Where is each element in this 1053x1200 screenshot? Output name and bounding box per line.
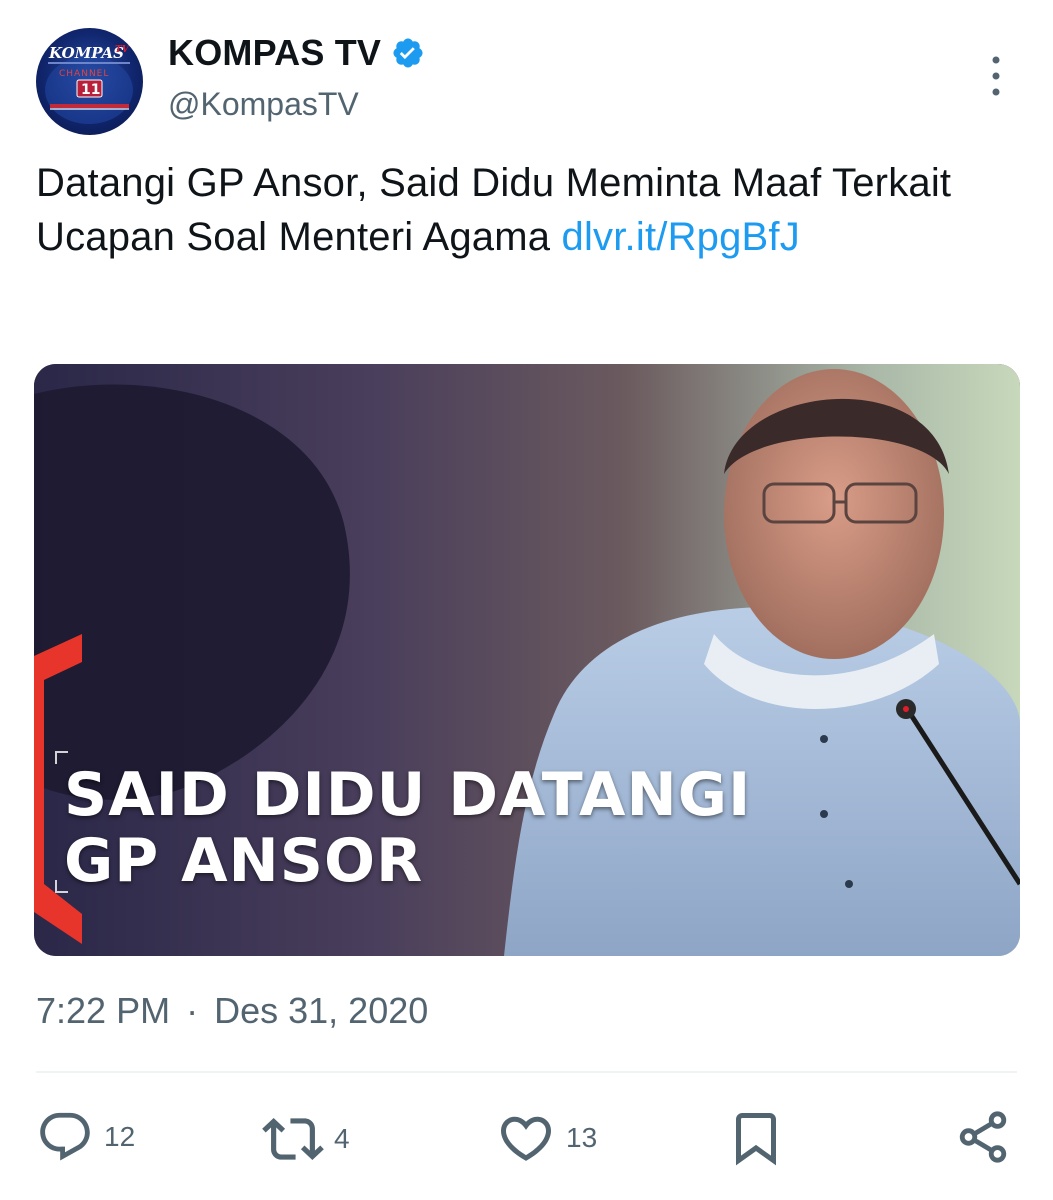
tweet-header: KOMPAS TV CHANNEL 11 KOMPAS TV @KompasTV — [36, 28, 1017, 135]
more-options-icon[interactable] — [989, 54, 1003, 98]
bookmark-button[interactable] — [726, 1108, 786, 1168]
like-count: 13 — [566, 1122, 598, 1153]
media-caption-line2: GP ANSOR — [64, 826, 424, 896]
divider — [36, 1071, 1017, 1073]
tweet-body: Datangi GP Ansor, Said Didu Meminta Maaf… — [36, 161, 952, 259]
display-name[interactable]: KOMPAS TV — [168, 32, 381, 74]
retweet-button[interactable]: 4 — [262, 1108, 350, 1170]
avatar[interactable]: KOMPAS TV CHANNEL 11 — [36, 28, 143, 135]
media-caption-line1: SAID DIDU DATANGI — [64, 760, 752, 830]
reply-count: 12 — [104, 1121, 136, 1152]
kompastv-logo: KOMPAS TV CHANNEL 11 — [45, 44, 133, 124]
tweet-date: Des 31, 2020 — [214, 990, 429, 1031]
reply-button[interactable]: 12 — [36, 1108, 135, 1166]
share-button[interactable] — [954, 1108, 1012, 1166]
tweet-card: KOMPAS TV CHANNEL 11 KOMPAS TV @KompasTV — [0, 0, 1053, 1200]
name-row: KOMPAS TV — [168, 32, 425, 74]
retweet-count: 4 — [334, 1123, 350, 1154]
media-caption: SAID DIDU DATANGI GP ANSOR — [64, 762, 751, 894]
tweet-link[interactable]: dlvr.it/RpgBfJ — [562, 215, 800, 259]
bookmark-icon — [736, 1113, 776, 1166]
svg-text:11: 11 — [81, 82, 100, 98]
action-bar: 12 4 13 — [36, 1100, 1017, 1176]
reply-icon — [40, 1112, 90, 1161]
tweet-timestamp[interactable]: 7:22 PM · Des 31, 2020 — [36, 990, 428, 1032]
svg-text:KOMPAS: KOMPAS — [48, 44, 124, 62]
svg-text:TV: TV — [115, 45, 130, 55]
like-icon — [500, 1116, 552, 1161]
like-button[interactable]: 13 — [496, 1108, 597, 1168]
tweet-time: 7:22 PM — [36, 990, 171, 1031]
retweet-icon — [262, 1118, 324, 1160]
verified-badge-icon[interactable] — [391, 36, 425, 70]
timestamp-separator: · — [186, 990, 199, 1031]
svg-text:CHANNEL: CHANNEL — [59, 69, 109, 79]
share-icon — [959, 1111, 1007, 1163]
account-handle[interactable]: @KompasTV — [168, 86, 359, 123]
tweet-text: Datangi GP Ansor, Said Didu Meminta Maaf… — [36, 156, 996, 264]
